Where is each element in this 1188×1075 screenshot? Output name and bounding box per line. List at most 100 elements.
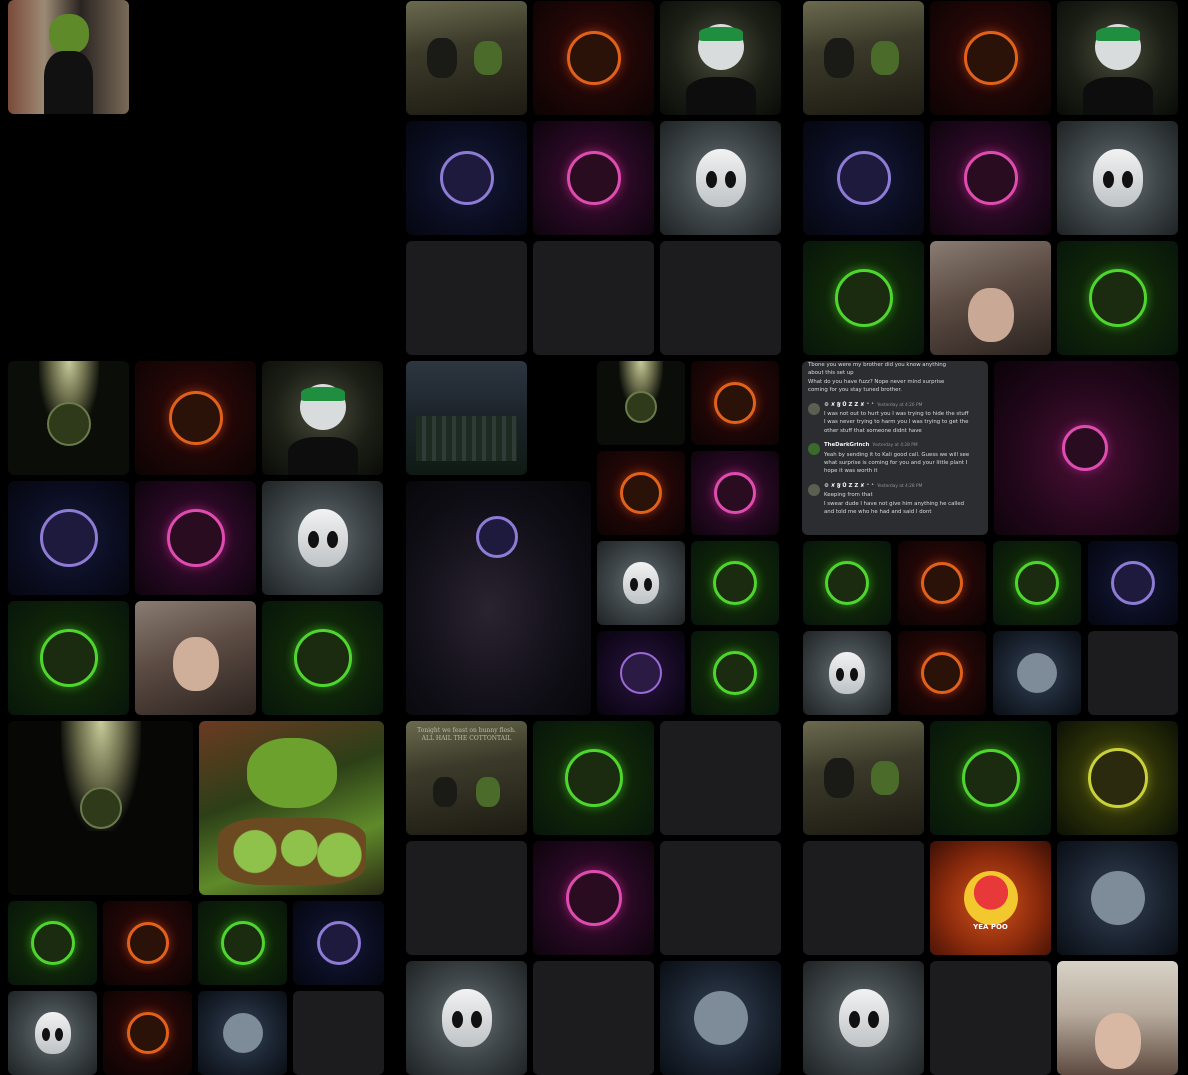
empty-tile[interactable] [660, 721, 781, 835]
selfie-straw-photo-tile[interactable] [135, 601, 256, 715]
hooded-figure-icon [824, 38, 855, 78]
white-mask-tile[interactable] [597, 541, 685, 625]
pink-hell-hounds-badge-tile[interactable] [135, 481, 256, 595]
large-pink-badge-tile[interactable] [994, 361, 1179, 535]
hell-hounds-logo-icon [620, 472, 662, 514]
chat-timestamp: Yesterday at 4:28 PM [872, 443, 918, 449]
feast-hooded-grinch-image[interactable] [803, 721, 924, 835]
white-mask-tile[interactable] [803, 631, 891, 715]
empty-tile[interactable] [406, 841, 527, 955]
chat-timestamp: Yesterday at 4:26 PM [877, 402, 923, 408]
pink-hell-hounds-badge-tile[interactable] [533, 841, 654, 955]
dragon-emblem-tile[interactable] [803, 121, 924, 235]
chat-line: What do you have fuzz? Nope never mind s… [808, 378, 945, 385]
white-mask-tile[interactable] [262, 481, 383, 595]
pink-hell-hounds-badge-tile[interactable] [930, 121, 1051, 235]
shirt-shape [1082, 77, 1153, 115]
pink-badge-icon [714, 472, 756, 514]
hell-hounds-badge-tile[interactable] [533, 1, 654, 115]
grinch-suit-portrait[interactable] [8, 0, 129, 114]
green-crest-tile[interactable] [8, 601, 129, 715]
empty-tile[interactable] [660, 841, 781, 955]
dragon-emblem-tile[interactable] [1088, 541, 1178, 625]
hooded-pair-moon-tile[interactable] [660, 961, 781, 1075]
hell-hounds-badge-tile[interactable] [930, 1, 1051, 115]
rapper-green-cap-avatar[interactable] [660, 1, 781, 115]
lamp-grinch-tile[interactable] [8, 361, 129, 475]
cottontail-caption: Tonight we feast on bunny flesh. ALL HAI… [417, 727, 516, 742]
green-kittens-shape [217, 818, 366, 885]
hooded-pair-moon-tile[interactable] [993, 631, 1081, 715]
feast-hooded-grinch-image[interactable] [803, 1, 924, 115]
empty-tile[interactable] [930, 961, 1051, 1075]
hooded-pair-moon-tile[interactable] [1057, 841, 1178, 955]
shirt-shape [287, 437, 358, 475]
chat-line: coming for you stay tuned brother. [808, 387, 902, 394]
pink-hell-hounds-badge-tile[interactable] [691, 451, 779, 535]
city-skyline-image[interactable] [406, 361, 527, 475]
empty-tile[interactable] [660, 241, 781, 355]
hell-hounds-badge-tile[interactable] [103, 991, 192, 1075]
green-crest-tile[interactable] [930, 721, 1051, 835]
pink-badge-icon [566, 151, 621, 205]
hell-hounds-badge-tile[interactable] [898, 541, 986, 625]
green-cap-icon [300, 387, 345, 401]
white-mask-tile[interactable] [803, 961, 924, 1075]
empty-tile[interactable] [533, 961, 654, 1075]
green-crest-tile[interactable] [803, 541, 891, 625]
dragon-emblem-tile[interactable] [8, 481, 129, 595]
large-lamp-grinch-tile[interactable] [8, 721, 193, 895]
cottontail-feast-image[interactable]: Tonight we feast on bunny flesh. ALL HAI… [406, 721, 527, 835]
user-avatar-icon [808, 443, 820, 456]
feast-hooded-grinch-image[interactable] [406, 1, 527, 115]
purple-crest-tile[interactable] [597, 631, 685, 715]
dragon-emblem-tile[interactable] [293, 901, 384, 985]
office-selfie-photo-tile[interactable] [1057, 961, 1178, 1075]
rapper-green-cap-avatar[interactable] [1057, 1, 1178, 115]
red-character-icon [963, 871, 1018, 925]
large-dragon-tile[interactable] [406, 481, 591, 715]
hell-hounds-badge-tile[interactable] [135, 361, 256, 475]
empty-tile[interactable] [293, 991, 384, 1075]
green-crest-tile[interactable] [533, 721, 654, 835]
green-crest-tile[interactable] [993, 541, 1081, 625]
empty-tile[interactable] [1088, 631, 1178, 715]
green-crest-tile[interactable] [691, 631, 779, 715]
dragon-icon [475, 516, 518, 559]
empty-tile[interactable] [533, 241, 654, 355]
dragon-icon [316, 921, 361, 965]
green-crest-tile[interactable] [8, 901, 97, 985]
green-crest-tile[interactable] [262, 601, 383, 715]
white-mask-tile[interactable] [8, 991, 97, 1075]
white-mask-tile[interactable] [406, 961, 527, 1075]
green-crest-tile[interactable] [803, 241, 924, 355]
hell-hounds-badge-tile[interactable] [597, 451, 685, 535]
grinch-icon [871, 41, 900, 75]
white-mask-tile[interactable] [1057, 121, 1178, 235]
green-crest-icon [961, 749, 1020, 807]
rapper-green-cap-avatar[interactable] [262, 361, 383, 475]
dragon-emblem-tile[interactable] [406, 121, 527, 235]
hell-hounds-badge-tile[interactable] [898, 631, 986, 715]
empty-tile[interactable] [803, 841, 924, 955]
white-mask-tile[interactable] [660, 121, 781, 235]
moon-icon [693, 991, 748, 1045]
hooded-pair-moon-tile[interactable] [198, 991, 287, 1075]
grinch-kittens-image[interactable] [199, 721, 384, 895]
chat-line: about this set up [808, 370, 854, 377]
gold-green-crest-tile[interactable] [1057, 721, 1178, 835]
hooded-figure-icon [824, 758, 855, 798]
green-crest-tile[interactable] [691, 541, 779, 625]
pink-hell-hounds-badge-tile[interactable] [533, 121, 654, 235]
lamp-grinch-tile[interactable] [597, 361, 685, 445]
hell-hounds-badge-tile[interactable] [691, 361, 779, 445]
suit-body [44, 51, 93, 114]
empty-tile[interactable] [406, 241, 527, 355]
green-crest-tile[interactable] [1057, 241, 1178, 355]
hell-hounds-badge-tile[interactable] [103, 901, 192, 985]
yea-poo-character-tile[interactable]: YEA POO [930, 841, 1051, 955]
chat-author: ⚙ ✘ 𝕱 Ů Z Z ✘ ⁺ ⁺ [824, 482, 875, 489]
chat-screenshot-tile[interactable]: Tbone you were my brother did you know a… [802, 361, 988, 535]
green-crest-tile[interactable] [198, 901, 287, 985]
selfie-photo-tile[interactable] [930, 241, 1051, 355]
